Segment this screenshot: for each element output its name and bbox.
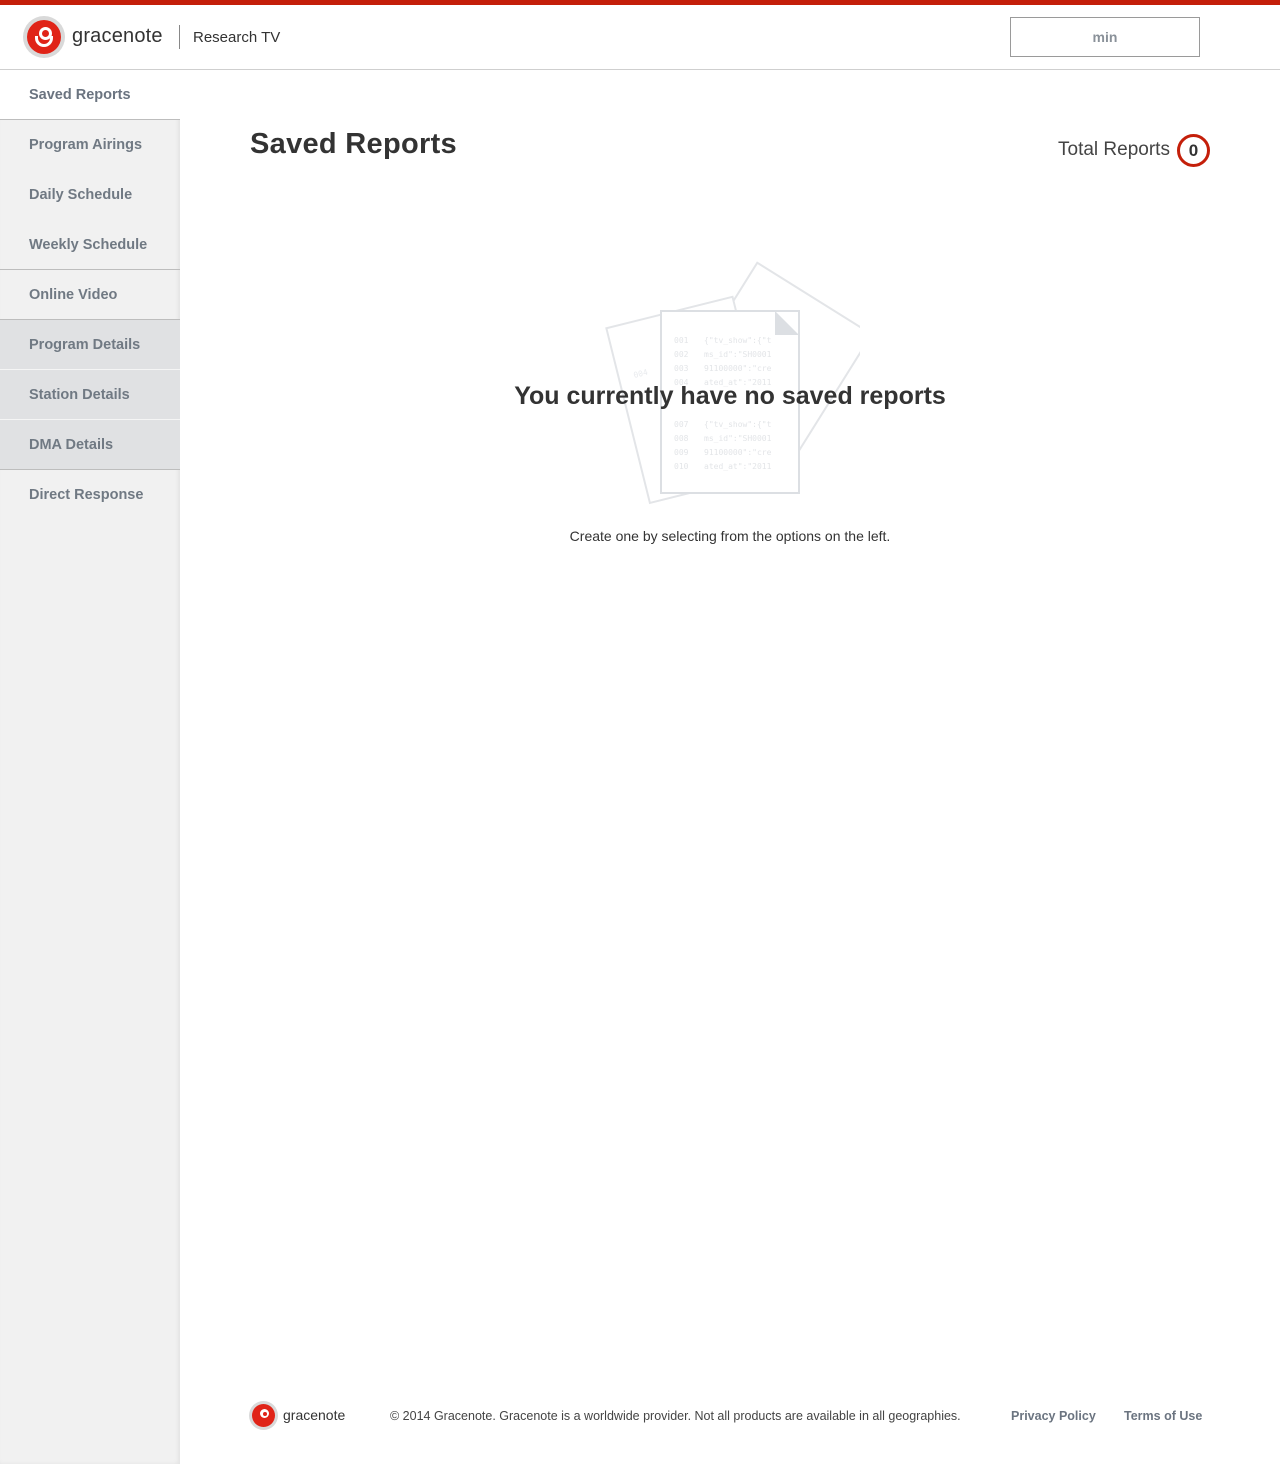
footer-copyright: © 2014 Gracenote. Gracenote is a worldwi… (390, 1409, 961, 1423)
illustration-line-number: 002 (674, 350, 689, 359)
gracenote-logo-icon[interactable] (23, 16, 65, 58)
app-header: gracenote Research TV min (0, 5, 1280, 70)
illustration-line-number: 001 (674, 336, 689, 345)
illustration-line-text: {"tv_show":{"t (704, 420, 772, 429)
illustration-line-number: 009 (674, 448, 689, 457)
sidebar-item-weekly-schedule[interactable]: Weekly Schedule (0, 220, 180, 270)
page-title: Saved Reports (250, 128, 457, 160)
user-menu-button[interactable]: min (1010, 17, 1200, 57)
sidebar-item-saved-reports[interactable]: Saved Reports (0, 70, 180, 120)
illustration-line-number: 007 (674, 420, 689, 429)
illustration-line-number: 003 (674, 364, 689, 373)
sidebar-item-program-airings[interactable]: Program Airings (0, 120, 180, 170)
sidebar-item-dma-details[interactable]: DMA Details (0, 420, 180, 470)
footer-gracenote-logo-icon (249, 1401, 278, 1430)
sidebar-item-direct-response[interactable]: Direct Response (0, 470, 180, 520)
illustration-line-text: ated_at":"2011 (704, 462, 772, 471)
total-reports-label: Total Reports (1058, 139, 1170, 160)
total-reports-count-badge: 0 (1177, 134, 1210, 167)
brand-wordmark[interactable]: gracenote (72, 25, 163, 48)
privacy-policy-link[interactable]: Privacy Policy (1011, 1409, 1096, 1423)
illustration-line-text: 91100000":"cre (704, 448, 772, 457)
empty-state-subtitle: Create one by selecting from the options… (569, 528, 891, 544)
product-name: Research TV (193, 29, 281, 46)
illustration-line-number: 010 (674, 462, 689, 471)
sidebar-item-daily-schedule[interactable]: Daily Schedule (0, 170, 180, 220)
footer-brand-wordmark: gracenote (283, 1407, 346, 1423)
sidebar: Saved Reports Program Airings Daily Sche… (0, 70, 180, 1464)
illustration-line-text: ms_id":"SH0001 (704, 434, 772, 443)
illustration-line-number: 008 (674, 434, 689, 443)
sidebar-item-station-details[interactable]: Station Details (0, 370, 180, 420)
empty-state-title: You currently have no saved reports (514, 382, 946, 410)
header-divider (179, 25, 180, 49)
illustration-line-text: 91100000":"cre (704, 364, 772, 373)
terms-of-use-link[interactable]: Terms of Use (1124, 1409, 1202, 1423)
sidebar-item-online-video[interactable]: Online Video (0, 270, 180, 320)
illustration-line-text: ms_id":"SH0001 (704, 350, 772, 359)
illustration-line-text: {"tv_show":{"t (704, 336, 772, 345)
sidebar-item-program-details[interactable]: Program Details (0, 320, 180, 370)
